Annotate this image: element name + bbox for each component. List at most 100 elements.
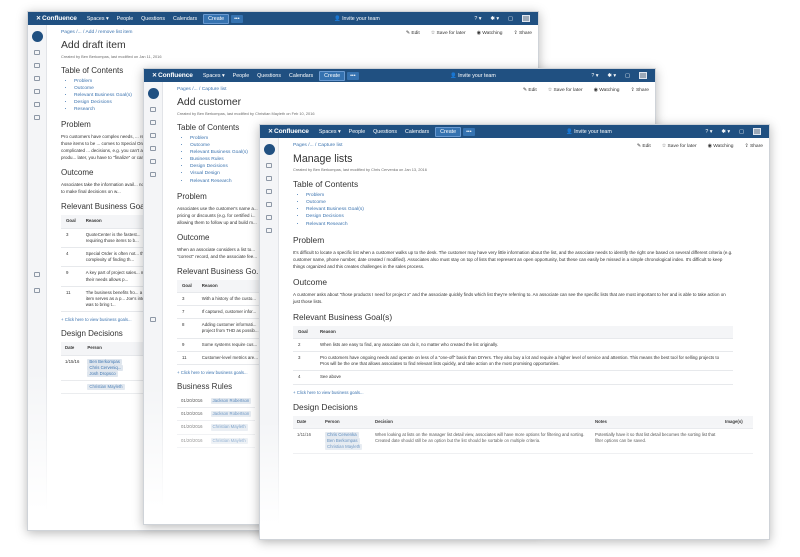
questions-icon[interactable] <box>266 189 272 194</box>
settings-menu[interactable]: ✱ ▾ <box>607 73 616 79</box>
notifications-icon[interactable]: ▢ <box>739 129 744 135</box>
help-menu[interactable]: ? ▾ <box>705 129 712 135</box>
table-row: 01/20/2016 Christian Mayleth <box>177 434 256 448</box>
toc-link[interactable]: Design Decisions <box>306 213 763 220</box>
nav-questions[interactable]: Questions <box>373 129 397 135</box>
more-button[interactable]: ••• <box>231 14 243 23</box>
avatar[interactable] <box>522 15 530 22</box>
nav-people[interactable]: People <box>349 129 366 135</box>
settings-menu[interactable]: ✱ ▾ <box>721 129 730 135</box>
avatar[interactable] <box>753 128 761 135</box>
user-mention[interactable]: Christian Mayleth <box>210 437 248 444</box>
share-button[interactable]: ⇪ Share <box>744 143 763 149</box>
problem-text: It's difficult to locate a specific list… <box>293 249 733 269</box>
nav-questions[interactable]: Questions <box>141 16 165 22</box>
tree-icon[interactable] <box>34 115 40 120</box>
toc-link[interactable]: Relevant Business Goal(s) <box>306 206 763 213</box>
edit-button[interactable]: ✎ Edit <box>523 87 537 93</box>
notifications-icon[interactable]: ▢ <box>508 16 513 22</box>
page-metadata: Created by Ben Berkompas, last modified … <box>293 167 427 173</box>
avatar[interactable] <box>639 72 647 79</box>
edit-button[interactable]: ✎ Edit <box>406 30 420 36</box>
design-table: Date Person Decision Notes Image(s) 1/11… <box>293 415 753 455</box>
page-actions: ✎ Edit ☆ Save for later ◉ Watching ⇪ Sha… <box>637 143 763 149</box>
archive-icon[interactable] <box>34 288 40 293</box>
pages-icon[interactable] <box>34 50 40 55</box>
confluence-logo[interactable]: ✕Confluence <box>152 72 193 79</box>
watching-button[interactable]: ◉ Watching <box>594 87 620 93</box>
nav-calendars[interactable]: Calendars <box>405 129 429 135</box>
edit-button[interactable]: ✎ Edit <box>637 143 651 149</box>
create-button[interactable]: Create <box>203 13 230 24</box>
top-navigation: ✕Confluence Spaces ▾ People Questions Ca… <box>28 12 538 25</box>
problem-heading: Problem <box>293 234 325 245</box>
shortcuts-icon[interactable] <box>150 159 156 164</box>
help-menu[interactable]: ? ▾ <box>591 73 598 79</box>
tree-icon[interactable] <box>150 172 156 177</box>
user-mention[interactable]: Jackson Robertson <box>210 398 252 405</box>
table-row: 01/20/2016 Christian Mayleth <box>177 420 256 435</box>
calendar-icon[interactable] <box>34 89 40 94</box>
settings-menu[interactable]: ✱ ▾ <box>490 16 499 22</box>
invite-team-button[interactable]: 👤 Invite your team <box>450 73 496 79</box>
user-mention[interactable]: Jackson Robertson <box>210 411 252 418</box>
nav-spaces[interactable]: Spaces ▾ <box>87 16 109 22</box>
user-mention[interactable]: Christian Mayleth <box>87 384 125 391</box>
goals-heading: Relevant Business Goal(s) <box>293 311 393 322</box>
confluence-logo[interactable]: ✕Confluence <box>268 128 309 135</box>
create-button[interactable]: Create <box>319 70 346 81</box>
notifications-icon[interactable]: ▢ <box>625 73 630 79</box>
nav-questions[interactable]: Questions <box>257 73 281 79</box>
share-button[interactable]: ⇪ Share <box>513 30 532 36</box>
settings-icon[interactable] <box>34 272 40 277</box>
questions-icon[interactable] <box>150 133 156 138</box>
save-for-later-button[interactable]: ☆ Save for later <box>431 30 466 36</box>
more-button[interactable]: ••• <box>347 71 359 80</box>
space-logo-icon[interactable] <box>32 31 43 42</box>
nav-spaces[interactable]: Spaces ▾ <box>203 73 225 79</box>
toc-link[interactable]: Problem <box>306 192 763 199</box>
user-mention[interactable]: Christian Mayleth <box>325 444 363 451</box>
help-menu[interactable]: ? ▾ <box>474 16 481 22</box>
user-mention[interactable]: Josh Dropsco <box>87 371 118 378</box>
more-button[interactable]: ••• <box>463 127 475 136</box>
space-logo-icon[interactable] <box>264 144 275 155</box>
toc-link[interactable]: Outcome <box>306 199 763 206</box>
nav-calendars[interactable]: Calendars <box>173 16 197 22</box>
blog-icon[interactable] <box>34 63 40 68</box>
watching-button[interactable]: ◉ Watching <box>708 143 734 149</box>
tree-icon[interactable] <box>266 228 272 233</box>
space-logo-icon[interactable] <box>148 88 159 99</box>
toc-link[interactable]: Relevant Research <box>306 221 763 228</box>
goals-table: Goal Reason 3 With a history of the custo.… <box>177 279 267 366</box>
settings-icon[interactable] <box>150 317 156 322</box>
date-column-header: Date <box>293 415 321 429</box>
pages-icon[interactable] <box>150 107 156 112</box>
nav-people[interactable]: People <box>117 16 134 22</box>
invite-team-button[interactable]: 👤 Invite your team <box>334 16 380 22</box>
shortcuts-icon[interactable] <box>266 215 272 220</box>
nav-people[interactable]: People <box>233 73 250 79</box>
table-row: 3 Pro customers have ongoing needs and op… <box>293 351 733 372</box>
save-for-later-button[interactable]: ☆ Save for later <box>548 87 583 93</box>
user-mention[interactable]: Christian Mayleth <box>210 424 248 431</box>
view-goals-link[interactable]: + Click here to view business goals... <box>293 390 763 395</box>
watching-button[interactable]: ◉ Watching <box>477 30 503 36</box>
calendar-icon[interactable] <box>150 146 156 151</box>
save-for-later-button[interactable]: ☆ Save for later <box>662 143 697 149</box>
confluence-icon: ✕ <box>36 16 41 22</box>
share-button[interactable]: ⇪ Share <box>630 87 649 93</box>
shortcuts-icon[interactable] <box>34 102 40 107</box>
invite-team-button[interactable]: 👤 Invite your team <box>566 129 612 135</box>
nav-calendars[interactable]: Calendars <box>289 73 313 79</box>
confluence-logo[interactable]: ✕Confluence <box>36 15 77 22</box>
calendar-icon[interactable] <box>266 202 272 207</box>
top-navigation: ✕Confluence Spaces ▾ People Questions Ca… <box>144 69 655 82</box>
questions-icon[interactable] <box>34 76 40 81</box>
create-button[interactable]: Create <box>435 126 462 137</box>
blog-icon[interactable] <box>266 176 272 181</box>
pages-icon[interactable] <box>266 163 272 168</box>
blog-icon[interactable] <box>150 120 156 125</box>
nav-spaces[interactable]: Spaces ▾ <box>319 129 341 135</box>
user-mention[interactable]: Ben Berkompas <box>87 358 122 365</box>
